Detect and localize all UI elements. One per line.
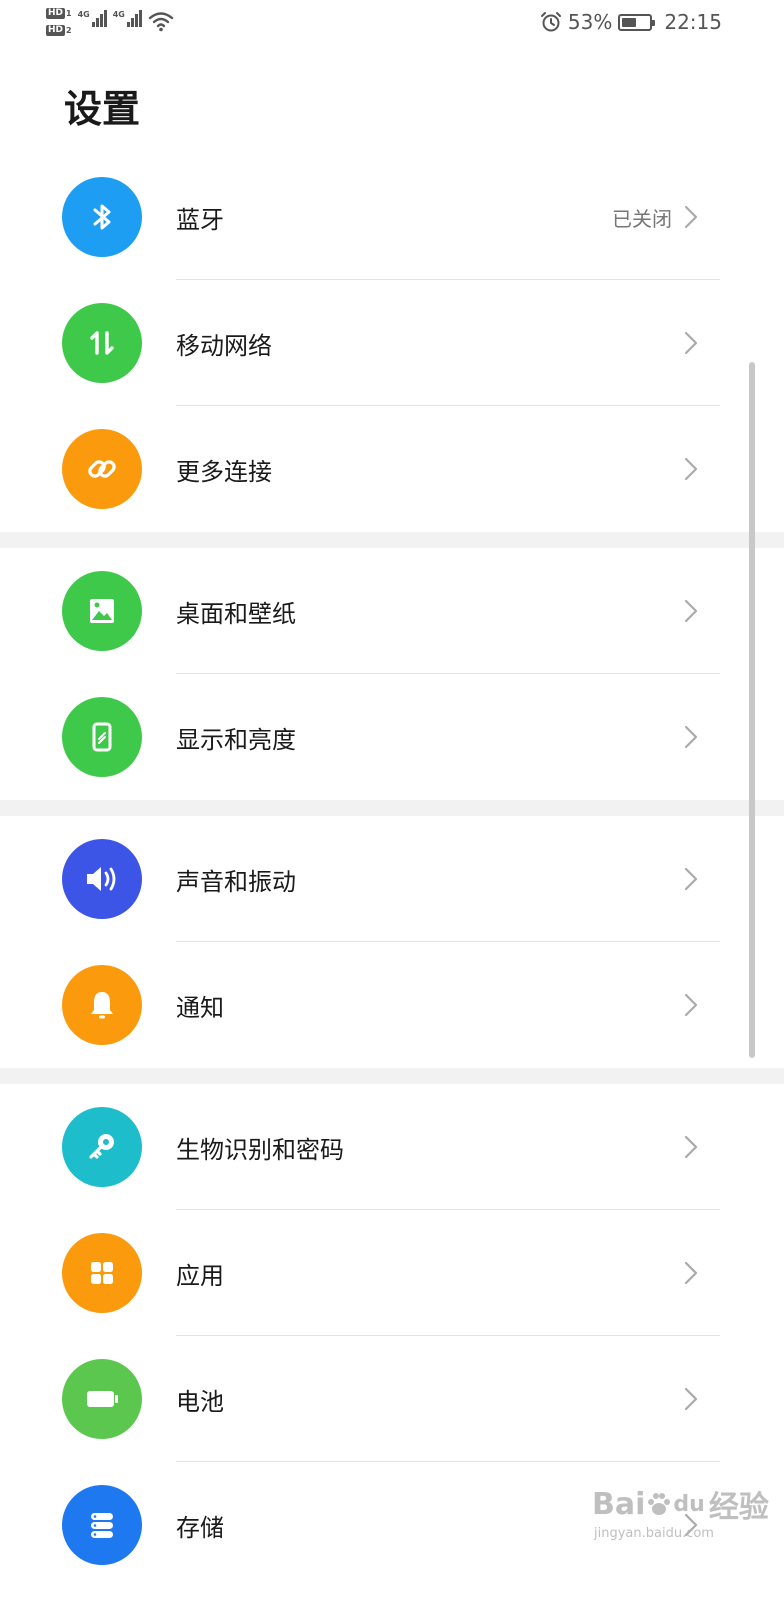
status-bar-right: 53% 22:15 [540, 10, 722, 34]
battery-status-icon [618, 13, 656, 31]
settings-item-biometrics-password[interactable]: 生物识别和密码 [0, 1084, 784, 1210]
wifi-icon [148, 12, 174, 32]
sim1-signal-icon: 4G [78, 10, 107, 27]
settings-item-notifications[interactable]: 通知 [0, 942, 784, 1068]
battery-percent: 53% [567, 10, 613, 34]
battery-icon [62, 1359, 142, 1439]
group-separator [0, 1068, 784, 1084]
paw-icon [648, 1493, 671, 1515]
battery-fill [622, 17, 637, 27]
scrollbar[interactable] [749, 362, 755, 1058]
settings-item-battery[interactable]: 电池 [0, 1336, 784, 1462]
link-icon [62, 429, 142, 509]
chevron-right-icon [678, 330, 704, 356]
storage-icon [62, 1485, 142, 1565]
settings-item-label: 蓝牙 [176, 205, 224, 234]
chevron-right-icon [678, 1134, 704, 1160]
watermark-url: jingyan.baidu.com [594, 1526, 714, 1541]
settings-item-label: 电池 [176, 1387, 224, 1416]
settings-list: 蓝牙 已关闭 移动网络 更多连接 桌面和壁纸 显示和亮度 声音和振动 通知 生物… [0, 154, 784, 1588]
bell-icon [62, 965, 142, 1045]
page-title: 设置 [64, 87, 141, 131]
key-icon [62, 1107, 142, 1187]
image-icon [62, 571, 142, 651]
bluetooth-icon [62, 177, 142, 257]
settings-item-label: 生物识别和密码 [176, 1135, 344, 1164]
chevron-right-icon [678, 866, 704, 892]
alarm-clock-icon [540, 12, 561, 32]
sim1-hd-badge: HD 1 [46, 8, 72, 19]
settings-item-label: 存储 [176, 1513, 224, 1542]
settings-item-label: 应用 [176, 1261, 224, 1290]
settings-item-display-brightness[interactable]: 显示和亮度 [0, 674, 784, 800]
group-separator [0, 532, 784, 548]
settings-item-label: 桌面和壁纸 [176, 599, 296, 628]
group-separator [0, 800, 784, 816]
status-bar-left: HD 1 HD 2 4G 4G [46, 8, 174, 36]
status-bar: HD 1 HD 2 4G 4G 53% 22:15 [0, 0, 784, 48]
settings-item-more-connections[interactable]: 更多连接 [0, 406, 784, 532]
chevron-right-icon [678, 992, 704, 1018]
settings-item-bluetooth[interactable]: 蓝牙 已关闭 [0, 154, 784, 280]
sim2-hd-badge: HD 2 [46, 25, 72, 36]
chevron-right-icon [678, 204, 704, 230]
settings-item-sound-vibration[interactable]: 声音和振动 [0, 816, 784, 942]
data-transfer-icon [62, 303, 142, 383]
clock-time: 22:15 [664, 10, 722, 34]
phone-display-icon [62, 697, 142, 777]
settings-item-label: 声音和振动 [176, 867, 296, 896]
bluetooth-status-value: 已关闭 [612, 206, 672, 231]
chevron-right-icon [678, 1386, 704, 1412]
settings-item-home-wallpaper[interactable]: 桌面和壁纸 [0, 548, 784, 674]
settings-item-label: 显示和亮度 [176, 725, 296, 754]
chevron-right-icon [678, 456, 704, 482]
settings-item-mobile-network[interactable]: 移动网络 [0, 280, 784, 406]
speaker-icon [62, 839, 142, 919]
settings-item-label: 更多连接 [176, 457, 272, 486]
sim2-signal-icon: 4G [113, 10, 142, 27]
chevron-right-icon [678, 598, 704, 624]
settings-item-label: 移动网络 [176, 331, 272, 360]
watermark-logo: Bai du 经验 [592, 1486, 769, 1526]
settings-item-apps[interactable]: 应用 [0, 1210, 784, 1336]
hd-indicators: HD 1 HD 2 [46, 8, 72, 36]
chevron-right-icon [678, 1260, 704, 1286]
baidu-watermark: Bai du 经验 jingyan.baidu.com [592, 1482, 769, 1542]
settings-item-label: 通知 [176, 993, 224, 1022]
chevron-right-icon [678, 724, 704, 750]
apps-grid-icon [62, 1233, 142, 1313]
